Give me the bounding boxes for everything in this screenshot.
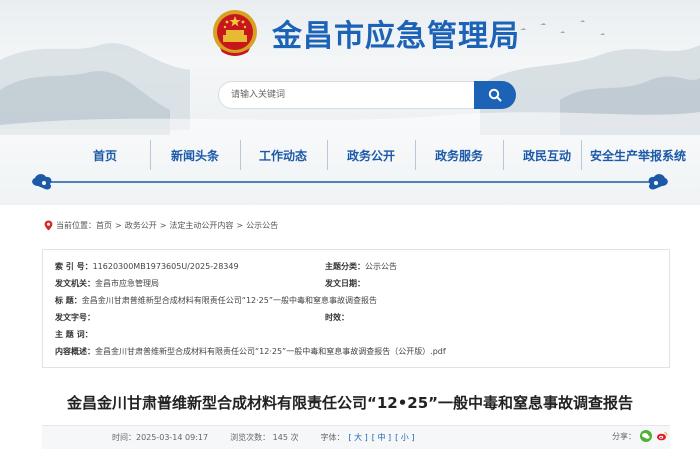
nav-divider — [240, 140, 241, 170]
info-category-row: 主题分类：公示公告 — [325, 261, 397, 272]
article-meta-bar: 时间：2025-03-14 09:17 浏览次数： 145 次 字体： [ 大 … — [42, 425, 670, 449]
nav-home[interactable]: 首页 — [93, 147, 117, 164]
nav-divider — [581, 140, 582, 170]
info-category-label: 主题分类： — [325, 262, 365, 271]
nav-headlines[interactable]: 新闻头条 — [171, 147, 219, 164]
info-validity-row: 时效： — [325, 312, 349, 323]
weibo-icon[interactable] — [656, 430, 668, 442]
breadcrumb-government-affairs[interactable]: 政务公开 — [125, 220, 157, 231]
info-index-row: 索 引 号：11620300MB1973605U/2025-28349 — [55, 261, 239, 272]
info-issuer-row: 发文机关：金昌市应急管理局 — [55, 278, 159, 289]
search-button[interactable] — [474, 81, 516, 109]
article-meta: 时间：2025-03-14 09:17 浏览次数： 145 次 字体： [ 大 … — [112, 432, 414, 443]
info-issuer-value: 金昌市应急管理局 — [95, 279, 159, 288]
breadcrumb-home[interactable]: 首页 — [96, 220, 112, 231]
main-nav: 首页 新闻头条 工作动态 政务公开 政务服务 政民互动 安全生产举报系统 — [0, 140, 700, 170]
national-emblem-icon — [213, 10, 257, 56]
info-validity-label: 时效： — [325, 313, 349, 322]
info-summary-value[interactable]: 金昌金川甘肃普维新型合成材料有限责任公司“12·25”一般中毒和窒息事故调查报告… — [95, 347, 446, 356]
info-index-value: 11620300MB1973605U/2025-28349 — [92, 262, 239, 271]
publish-time: 时间：2025-03-14 09:17 — [112, 433, 209, 442]
wechat-icon[interactable] — [640, 430, 652, 442]
font-medium-button[interactable]: [ 中 ] — [372, 432, 391, 443]
breadcrumb: 当前位置： 首页 > 政务公开 > 法定主动公开内容 > 公示公告 — [44, 220, 278, 231]
nav-work-updates[interactable]: 工作动态 — [259, 147, 307, 164]
info-keywords-label: 主 题 词： — [55, 330, 93, 339]
breadcrumb-separator: > — [115, 221, 122, 230]
location-pin-icon — [44, 220, 53, 231]
nav-safety-report[interactable]: 安全生产举报系统 — [590, 147, 686, 164]
site-logo[interactable]: 金昌市应急管理局 — [212, 8, 520, 58]
font-small-button[interactable]: [ 小 ] — [395, 432, 414, 443]
site-title: 金昌市应急管理局 — [272, 19, 520, 54]
share-bar: 分享： — [612, 430, 668, 442]
nav-government-services[interactable]: 政务服务 — [435, 147, 483, 164]
share-label: 分享： — [612, 431, 636, 441]
info-docno-label: 发文字号： — [55, 313, 95, 322]
info-title-value: 金昌金川甘肃普维新型合成材料有限责任公司“12·25”一般中毒和窒息事故调查报告 — [81, 296, 377, 305]
breadcrumb-separator: > — [159, 221, 167, 230]
cloud-divider — [32, 174, 668, 190]
search-icon — [488, 88, 502, 102]
font-size-label: 字体： — [320, 433, 345, 442]
nav-divider — [327, 140, 328, 170]
info-summary-row: 内容概述：金昌金川甘肃普维新型合成材料有限责任公司“12·25”一般中毒和窒息事… — [55, 346, 446, 357]
search-input[interactable] — [219, 82, 469, 108]
info-date-label: 发文日期： — [325, 279, 365, 288]
document-info-box: 索 引 号：11620300MB1973605U/2025-28349 主题分类… — [42, 249, 670, 368]
breadcrumb-statutory-disclosure[interactable]: 法定主动公开内容 — [169, 220, 233, 231]
nav-government-affairs[interactable]: 政务公开 — [347, 147, 395, 164]
search-box — [218, 81, 516, 109]
nav-divider — [503, 140, 504, 170]
header-banner: 金昌市应急管理局 首页 新闻头条 工作动态 政务公开 政务服务 政民互动 安全生… — [0, 0, 700, 205]
breadcrumb-separator: > — [236, 221, 244, 230]
info-title-label: 标 题： — [55, 296, 82, 305]
font-large-button[interactable]: [ 大 ] — [348, 432, 367, 443]
info-title-row: 标 题：金昌金川甘肃普维新型合成材料有限责任公司“12·25”一般中毒和窒息事故… — [55, 295, 377, 306]
info-issuer-label: 发文机关： — [55, 279, 95, 288]
article-title: 金昌金川甘肃普维新型合成材料有限责任公司“12•25”一般中毒和窒息事故调查报告 — [66, 394, 634, 412]
nav-divider — [415, 140, 416, 170]
info-index-label: 索 引 号： — [55, 262, 93, 271]
breadcrumb-announcements[interactable]: 公示公告 — [246, 220, 278, 231]
info-category-value: 公示公告 — [365, 262, 397, 271]
nav-public-interaction[interactable]: 政民互动 — [523, 147, 571, 164]
info-summary-label: 内容概述： — [55, 347, 95, 356]
breadcrumb-label: 当前位置： — [56, 221, 96, 230]
info-docno-row: 发文字号： — [55, 312, 95, 323]
nav-divider — [150, 140, 151, 170]
info-keywords-row: 主 题 词： — [55, 329, 93, 340]
view-count: 浏览次数： 145 次 — [230, 433, 299, 442]
info-date-row: 发文日期： — [325, 278, 365, 289]
